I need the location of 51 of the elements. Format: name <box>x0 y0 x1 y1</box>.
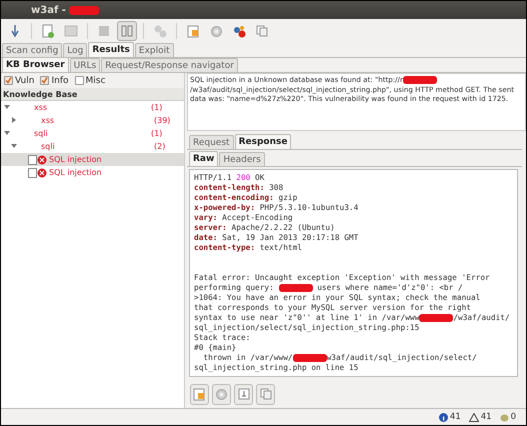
copy-icon <box>256 25 268 37</box>
filter-checkbox[interactable]: Vuln <box>4 76 34 86</box>
tree-item[interactable]: SQL injection <box>1 166 184 179</box>
action-button[interactable] <box>190 384 209 404</box>
tab[interactable]: Response <box>234 134 292 149</box>
collapsed-arrow-icon[interactable] <box>11 116 17 122</box>
vulnerability-icon <box>28 154 47 164</box>
tab[interactable]: Scan config <box>2 43 62 57</box>
toolbar-button[interactable] <box>117 21 137 41</box>
expanded-arrow-icon[interactable] <box>4 104 10 110</box>
tab[interactable]: Raw <box>189 151 218 166</box>
report-icon <box>193 388 206 400</box>
stop-icon <box>98 25 110 37</box>
action-button[interactable] <box>256 384 275 404</box>
tab[interactable]: Request/Response navigator <box>101 58 238 72</box>
tab[interactable]: Results <box>88 42 134 57</box>
tab[interactable]: URLs <box>70 58 100 72</box>
vulnerability-icon <box>28 168 47 178</box>
checkmark-icon <box>5 77 12 84</box>
pause-icon <box>121 25 133 37</box>
tab[interactable]: Exploit <box>134 43 174 57</box>
tree-item[interactable]: SQL injection <box>1 153 184 166</box>
settings-icon <box>210 24 222 38</box>
tab[interactable]: KB Browser <box>2 57 69 72</box>
tab[interactable]: Log <box>63 43 88 57</box>
tree-item[interactable]: sqli (1) <box>1 127 184 140</box>
status-count: 41 <box>450 412 461 422</box>
status-count: 0 <box>510 412 516 422</box>
filter-checkbox[interactable]: Misc <box>74 76 106 86</box>
column-header: Knowledge Base <box>1 88 184 101</box>
save-icon <box>64 24 78 38</box>
tab[interactable]: Request <box>189 135 234 149</box>
warning-icon <box>468 412 479 422</box>
window-title: w3af - <box>31 4 100 16</box>
tab[interactable]: Headers <box>219 152 265 166</box>
tree-item[interactable]: xss (39) <box>1 114 184 127</box>
tree-item[interactable]: xss (1) <box>1 101 184 114</box>
expanded-arrow-icon[interactable] <box>11 142 17 148</box>
report-icon <box>186 24 200 38</box>
tree-item[interactable]: sqli (2) <box>1 140 184 153</box>
new-document-icon <box>41 24 55 38</box>
info-icon <box>438 412 448 422</box>
status-count: 41 <box>480 412 492 422</box>
copy-icon <box>260 388 272 400</box>
checkmark-icon <box>41 77 48 84</box>
action-button[interactable] <box>234 384 253 404</box>
filter-checkbox[interactable]: Info <box>40 76 69 86</box>
settings-icon <box>215 388 228 400</box>
action-button[interactable] <box>212 384 231 404</box>
expanded-arrow-icon[interactable] <box>4 130 10 136</box>
export-icon <box>238 388 250 400</box>
